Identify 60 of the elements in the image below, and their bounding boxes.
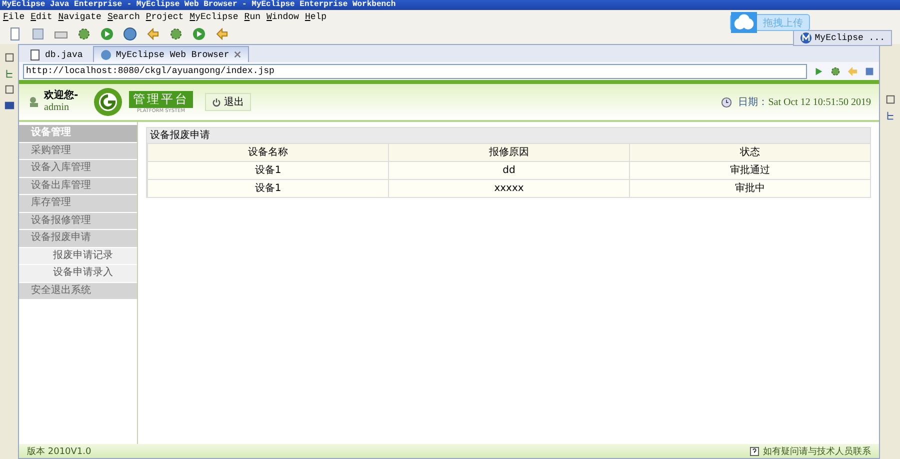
nav-item[interactable]: 设备出库管理 bbox=[19, 178, 137, 195]
play-icon[interactable] bbox=[100, 27, 114, 41]
window-title: MyEclipse Java Enterprise - MyEclipse Web Browser - MyEclipse Enterprise Workbench bbox=[2, 0, 396, 10]
clock-icon bbox=[721, 96, 732, 108]
table-cell: 设备1 bbox=[147, 180, 388, 197]
menu-item[interactable]: Navigate bbox=[58, 12, 102, 22]
menu-item[interactable]: MyEclipse bbox=[190, 12, 238, 22]
menu-item[interactable]: Help bbox=[304, 12, 327, 22]
address-field[interactable]: http://localhost:8080/ckgl/ayuangong/index.jsp bbox=[23, 64, 807, 78]
square-icon[interactable] bbox=[864, 66, 875, 76]
gear-icon[interactable] bbox=[830, 66, 841, 76]
play-icon[interactable] bbox=[813, 66, 824, 76]
table-cell: 审批中 bbox=[629, 180, 870, 197]
menu-item[interactable]: Project bbox=[146, 12, 184, 22]
logo-icon bbox=[93, 87, 123, 117]
tree-icon[interactable] bbox=[4, 68, 14, 79]
table-cell: xxxxx bbox=[388, 180, 629, 197]
window-icon[interactable] bbox=[4, 52, 14, 63]
logout-button[interactable]: 退出 bbox=[205, 93, 251, 111]
letter-m-icon bbox=[800, 32, 812, 44]
logo-title: 管理平台 bbox=[129, 90, 193, 108]
nav-item[interactable]: 设备报修管理 bbox=[19, 212, 137, 230]
menu-item[interactable]: Edit bbox=[30, 12, 52, 22]
nav-item[interactable]: 报废申请记录 bbox=[19, 248, 137, 265]
cloud-icon bbox=[731, 12, 757, 33]
date-label: 日期： bbox=[738, 96, 768, 109]
play-icon[interactable] bbox=[192, 27, 206, 41]
gear-icon[interactable] bbox=[169, 27, 183, 41]
nav-item[interactable]: 库存管理 bbox=[19, 195, 137, 212]
arrow-icon[interactable] bbox=[146, 27, 160, 41]
globe-icon bbox=[100, 48, 112, 60]
version-text: 版本 2010V1.0 bbox=[27, 446, 92, 458]
nav-item[interactable]: 设备入库管理 bbox=[19, 160, 137, 178]
menu-item[interactable]: Search bbox=[107, 12, 140, 22]
nav-item[interactable]: 安全退出系统 bbox=[19, 282, 137, 300]
nav-item[interactable]: 设备报废申请 bbox=[19, 230, 137, 248]
editor-tab[interactable]: db.java bbox=[23, 47, 89, 62]
welcome-label: 欢迎您- bbox=[44, 90, 78, 102]
menu-item[interactable]: Window bbox=[266, 12, 299, 22]
nav-item[interactable]: 采购管理 bbox=[19, 142, 137, 160]
editor-tab[interactable]: MyEclipse Web Browser bbox=[92, 46, 250, 62]
globe-icon[interactable] bbox=[123, 27, 137, 41]
window-icon[interactable] bbox=[884, 94, 896, 105]
page-icon[interactable] bbox=[8, 27, 22, 41]
tree-icon[interactable] bbox=[884, 110, 896, 121]
close-icon[interactable] bbox=[233, 50, 242, 59]
power-icon bbox=[212, 98, 221, 106]
user-icon bbox=[27, 95, 41, 109]
date-text: Sat Oct 12 10:51:50 2019 bbox=[768, 96, 871, 108]
menu-item[interactable]: Run bbox=[244, 12, 261, 22]
help-icon bbox=[750, 446, 759, 456]
help-text: 如有疑问请与技术人员联系 bbox=[763, 446, 871, 458]
arrow-icon[interactable] bbox=[215, 27, 229, 41]
perspective-button[interactable]: MyEclipse ... bbox=[792, 30, 892, 46]
gear-icon[interactable] bbox=[77, 27, 91, 41]
menu-item[interactable]: File bbox=[3, 12, 25, 22]
user-name: admin bbox=[44, 102, 70, 114]
nav-item[interactable]: 设备申请录入 bbox=[19, 265, 137, 282]
panel-title: 设备报废申请 bbox=[147, 128, 870, 143]
window-icon[interactable] bbox=[4, 84, 14, 95]
